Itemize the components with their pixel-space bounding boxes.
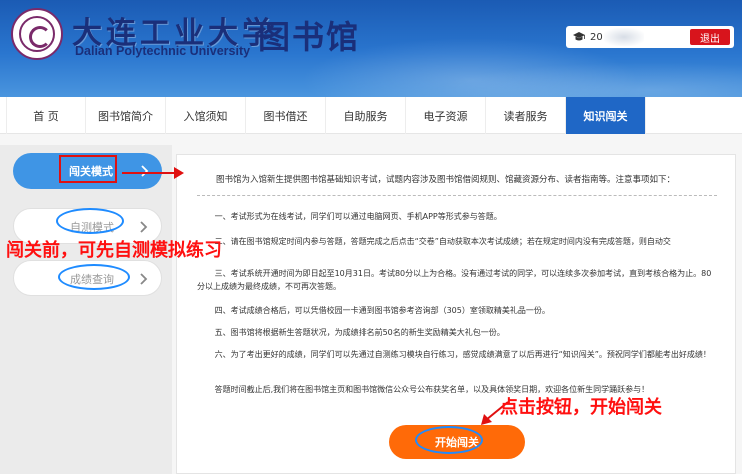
sidebar-item-label: 闯关模式: [69, 165, 113, 178]
university-seal-icon[interactable]: [11, 8, 63, 60]
rule-item: 五、图书馆将根据新生答题状况，为成绩排名前50名的新生奖励精美大礼包一份。: [214, 328, 505, 337]
logout-button[interactable]: 退出: [690, 29, 730, 45]
rule-item: 二、请在图书馆规定时间内参与答题，答题完成之后点击“交卷”自动获取本次考试成绩；…: [214, 237, 671, 246]
rule-item: 六、为了考出更好的成绩，同学们可以先通过自测练习模块自行练习，感觉成绩满意了以后…: [214, 350, 711, 359]
site-header: 大连工业大学 Dalian Polytechnic University 图书馆…: [0, 0, 742, 97]
mode-sidebar: 闯关模式 自测模式 成绩查询: [0, 145, 172, 474]
annotation-bottom-note: 点击按钮，开始闯关: [500, 397, 662, 418]
sidebar-item-score-query[interactable]: 成绩查询: [13, 260, 162, 296]
main-nav: 首 页 图书馆简介 入馆须知 图书借还 自助服务 电子资源 读者服务 知识闯关: [0, 97, 742, 134]
start-challenge-label: 开始闯关: [435, 436, 479, 449]
sidebar-item-label: 自测模式: [70, 221, 114, 234]
notice-intro: 图书馆为入馆新生提供图书馆基础知识考试，试题内容涉及图书馆借阅规则、馆藏资源分布…: [216, 175, 676, 185]
annotation-left-note: 闯关前，可先自测模拟练习: [6, 240, 222, 261]
user-id-redaction: [604, 28, 644, 46]
sidebar-item-label: 成绩查询: [70, 273, 114, 286]
chevron-right-icon: [140, 273, 148, 285]
user-box: 20 退出: [566, 26, 734, 48]
chevron-right-icon: [141, 165, 149, 177]
rule-item: 三、考试系统开通时间为即日起至10月31日。考试80分以上为合格。没有通过考试的…: [197, 269, 712, 291]
school-name-en: Dalian Polytechnic University: [75, 44, 251, 58]
start-challenge-button[interactable]: 开始闯关: [389, 425, 525, 459]
quiz-notice-card: 图书馆为入馆新生提供图书馆基础知识考试，试题内容涉及图书馆借阅规则、馆藏资源分布…: [176, 154, 736, 474]
nav-item-home[interactable]: 首 页: [6, 97, 86, 134]
nav-item-entry-notice[interactable]: 入馆须知: [166, 97, 246, 134]
rule-item: 四、考试成绩合格后，可以凭借校园一卡通到图书馆参考咨询部（305）室领取精美礼品…: [214, 306, 550, 315]
nav-item-self-service[interactable]: 自助服务: [326, 97, 406, 134]
sidebar-item-challenge-mode[interactable]: 闯关模式: [13, 153, 162, 189]
nav-item-knowledge-quiz[interactable]: 知识闯关: [566, 97, 646, 134]
nav-item-library-intro[interactable]: 图书馆简介: [86, 97, 166, 134]
chevron-right-icon: [140, 221, 148, 233]
rule-item: 一、考试形式为在线考试，同学们可以通过电脑网页、手机APP等形式参与答题。: [214, 212, 502, 221]
divider: [197, 195, 717, 196]
graduation-cap-icon: [573, 32, 585, 41]
nav-item-reader-service[interactable]: 读者服务: [486, 97, 566, 134]
library-title: 图书馆: [258, 18, 361, 56]
nav-item-borrow-return[interactable]: 图书借还: [246, 97, 326, 134]
nav-item-e-resources[interactable]: 电子资源: [406, 97, 486, 134]
